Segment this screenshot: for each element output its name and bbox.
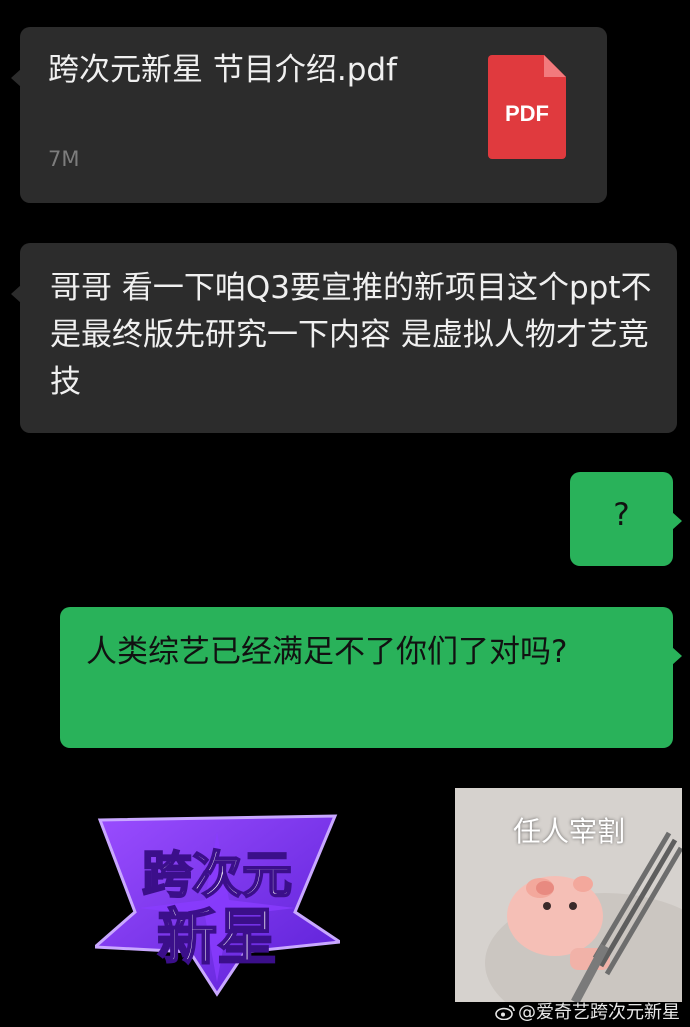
file-size: 7M — [48, 147, 80, 171]
watermark-text: @爱奇艺跨次元新星 — [518, 1002, 680, 1023]
weibo-icon — [495, 1004, 515, 1021]
logo-line-2: 新星 — [157, 903, 277, 973]
pig-meme-sticker[interactable]: 任人宰割 — [455, 788, 682, 1002]
weibo-watermark: @爱奇艺跨次元新星 — [495, 998, 680, 1024]
file-name: 跨次元新星 节目介绍.pdf — [48, 52, 397, 88]
sticker-caption: 任人宰割 — [513, 815, 626, 848]
sent-question-message: ? — [570, 472, 682, 566]
show-logo-sticker[interactable]: 跨次元 新星 — [91, 812, 345, 997]
pdf-icon-label: PDF — [505, 101, 549, 126]
file-message[interactable]: 跨次元新星 节目介绍.pdf 7M PDF — [11, 27, 607, 203]
sent-message: 人类综艺已经满足不了你们了对吗? — [60, 607, 682, 748]
sent-question-text: ? — [613, 497, 630, 533]
received-message-text: 哥哥 看一下咱Q3要宣推的新项目这个ppt不是最终版先研究一下内容 是虚拟人物才… — [50, 270, 652, 400]
pdf-file-icon: PDF — [488, 55, 566, 159]
logo-line-1: 跨次元 — [142, 846, 292, 904]
received-message: 哥哥 看一下咱Q3要宣推的新项目这个ppt不是最终版先研究一下内容 是虚拟人物才… — [11, 243, 677, 433]
sent-message-text: 人类综艺已经满足不了你们了对吗? — [86, 634, 568, 670]
